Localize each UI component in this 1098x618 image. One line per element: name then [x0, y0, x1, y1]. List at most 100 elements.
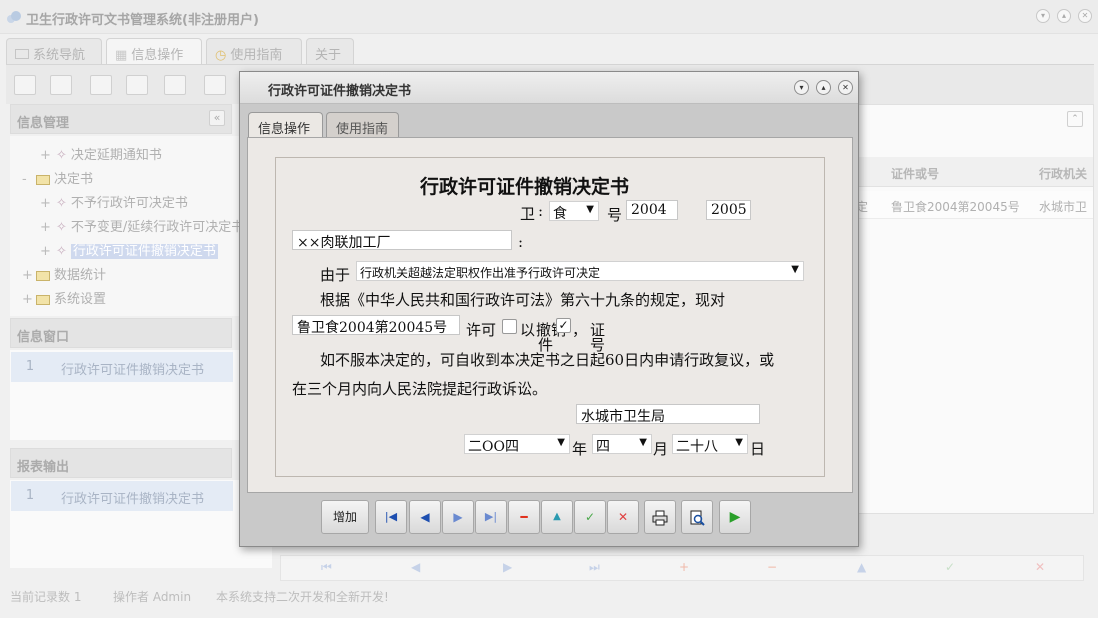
dialog-title-bar[interactable]: 行政许可证件撤销决定书 ▾ ▴ ✕ [240, 72, 858, 104]
revoke-checkbox[interactable]: ✓ [556, 318, 571, 333]
folder-icon [36, 270, 50, 281]
tree-item-not-change[interactable]: + ✧ 不予变更/延续行政许可决定书 [40, 216, 244, 235]
column-cert-number[interactable]: 证件或号 [891, 165, 939, 182]
reason-label: 由于 [320, 266, 351, 284]
list-icon[interactable] [50, 75, 72, 95]
folder-icon [36, 294, 50, 305]
add-button[interactable]: 增加 [321, 500, 369, 534]
wei-label: 卫 [520, 205, 536, 223]
export-icon[interactable] [204, 75, 226, 95]
minimize-icon[interactable]: ▾ [794, 80, 809, 95]
yi-text: 以 [520, 321, 536, 339]
status-bar: 当前记录数 1 操作者 Admin 本系统支持二次开发和全新开发! [0, 584, 1098, 608]
day-label: 日 [750, 440, 766, 458]
print-icon[interactable] [644, 500, 676, 534]
add-record-icon[interactable]: + [679, 560, 689, 574]
edit-record-icon[interactable]: ▲ [857, 560, 866, 574]
date-day-select[interactable]: 二十八 ▼ [672, 434, 748, 455]
last-record-icon[interactable]: ▶| [475, 500, 507, 534]
prev-record-icon[interactable]: ◀ [409, 500, 441, 534]
window-icon[interactable] [164, 75, 186, 95]
form-heading: 行政许可证件撤销决定书 [420, 176, 630, 198]
wand-icon: ✧ [56, 148, 67, 163]
confirm-record-icon[interactable]: ✓ [945, 560, 955, 574]
tree-item-settings[interactable]: + 系统设置 [22, 288, 106, 307]
license-checkbox[interactable] [502, 319, 517, 334]
run-icon[interactable]: ▶ [719, 500, 751, 534]
tab-about[interactable]: 关于 [306, 38, 354, 64]
record-navigator: ⏮ ◀ ▶ ⏭ + − ▲ ✓ ✕ [280, 555, 1084, 581]
cell-authority: 水城市卫 [1039, 200, 1088, 214]
delete-record-icon[interactable]: − [767, 560, 777, 574]
appeal-line-1: 如不服本决定的，可自收到本决定书之日起60日内申请行政复议，或 [320, 351, 775, 369]
chevron-down-icon: ▼ [791, 264, 799, 275]
dialog-title: 行政许可证件撤销决定书 [268, 84, 412, 99]
cert-input[interactable]: 鲁卫食2004第20045号 [292, 315, 460, 335]
date-year-select[interactable]: 二OO四 ▼ [464, 434, 570, 455]
chevron-down-icon: ▼ [735, 437, 743, 448]
maximize-icon[interactable]: ▴ [1057, 9, 1071, 23]
tools-icon[interactable] [126, 75, 148, 95]
first-record-icon[interactable]: ⏮ [321, 560, 332, 575]
cancel-record-icon[interactable]: ✕ [1035, 560, 1045, 574]
hao-label: 号 [607, 206, 623, 224]
chevron-down-icon: ▼ [557, 437, 565, 448]
dialog-tab-guide[interactable]: 使用指南 [326, 112, 399, 138]
tree-item-revoke-decision[interactable]: + ✧ 行政许可证件撤销决定书 [40, 240, 218, 259]
year-input[interactable]: 2004 [626, 200, 678, 220]
number-input[interactable]: 2005 [706, 200, 751, 220]
year-label: 年 [572, 440, 588, 458]
tree-item-statistics[interactable]: + 数据统计 [22, 264, 106, 283]
tab-user-guide[interactable]: ◷ 使用指南 [206, 38, 302, 64]
next-record-icon[interactable]: ▶ [503, 560, 512, 574]
list-item[interactable]: 1 行政许可证件撤销决定书 [11, 352, 233, 382]
tree-item-decisions[interactable]: - 决定书 [22, 168, 93, 187]
info-management-header: 信息管理 « [10, 104, 232, 134]
maximize-icon[interactable]: ▴ [816, 80, 831, 95]
confirm-icon[interactable]: ✓ [574, 500, 606, 534]
revoke-decision-dialog: 行政许可证件撤销决定书 ▾ ▴ ✕ 信息操作 使用指南 行政许可证件撤销决定书 … [239, 71, 859, 547]
tab-system-nav[interactable]: 系统导航 [6, 38, 102, 64]
dialog-body: 行政许可证件撤销决定书 卫 : 食 ▼ 号 2004 2005 ××肉联加工厂 :… [247, 137, 853, 493]
basis-text: 根据《中华人民共和国行政许可法》第六十九条的规定，现对 [320, 291, 726, 309]
dialog-toolbar: 增加 |◀ ◀ ▶ ▶| ━ ▲ ✓ ✕ ▶ [240, 500, 858, 540]
collapse-up-icon[interactable]: ⌃ [1067, 111, 1083, 127]
chevron-down-icon: ▼ [586, 204, 594, 215]
column-authority[interactable]: 行政机关 [1039, 165, 1087, 182]
search-icon[interactable] [14, 75, 36, 95]
minimize-icon[interactable]: ▾ [1036, 9, 1050, 23]
license-text: 许可 [466, 321, 497, 339]
close-icon[interactable]: ✕ [838, 80, 853, 95]
party-colon: : [518, 233, 524, 251]
tree-item-not-permit[interactable]: + ✧ 不予行政许可决定书 [40, 192, 188, 211]
category-select[interactable]: 食 ▼ [549, 201, 599, 222]
close-icon[interactable]: ✕ [1078, 9, 1092, 23]
party-input[interactable]: ××肉联加工厂 [292, 230, 512, 250]
collapse-left-icon[interactable]: « [209, 110, 225, 126]
next-record-icon[interactable]: ▶ [442, 500, 474, 534]
cancel-icon[interactable]: ✕ [607, 500, 639, 534]
info-window-header: 信息窗口 [10, 318, 232, 348]
print-preview-icon[interactable] [681, 500, 713, 534]
first-record-icon[interactable]: |◀ [375, 500, 407, 534]
reason-select[interactable]: 行政机关超越法定职权作出准予行政许可决定 ▼ [356, 261, 804, 281]
appeal-line-2: 在三个月内向人民法院提起行政诉讼。 [292, 380, 548, 398]
wand-icon: ✧ [56, 196, 67, 211]
delete-record-icon[interactable]: ━ [508, 500, 540, 534]
list-item[interactable]: 1 行政许可证件撤销决定书 [11, 481, 233, 511]
date-month-select[interactable]: 四 ▼ [592, 434, 652, 455]
last-record-icon[interactable]: ⏭ [589, 560, 600, 575]
tree-item-extension-notice[interactable]: + ✧ 决定延期通知书 [40, 144, 162, 163]
tab-info-operation[interactable]: ▦ 信息操作 [106, 38, 202, 64]
wand-icon: ✧ [56, 220, 67, 235]
monitor-icon [15, 49, 29, 59]
document-icon[interactable] [90, 75, 112, 95]
prev-record-icon[interactable]: ◀ [411, 560, 420, 574]
folder-icon [36, 174, 50, 185]
authority-input[interactable]: 水城市卫生局 [576, 404, 760, 424]
clock-icon: ◷ [215, 48, 227, 63]
edit-record-icon[interactable]: ▲ [541, 500, 573, 534]
app-logo-icon [6, 10, 22, 27]
dialog-tab-info[interactable]: 信息操作 [248, 112, 323, 138]
decision-form: 行政许可证件撤销决定书 卫 : 食 ▼ 号 2004 2005 ××肉联加工厂 :… [275, 157, 825, 477]
